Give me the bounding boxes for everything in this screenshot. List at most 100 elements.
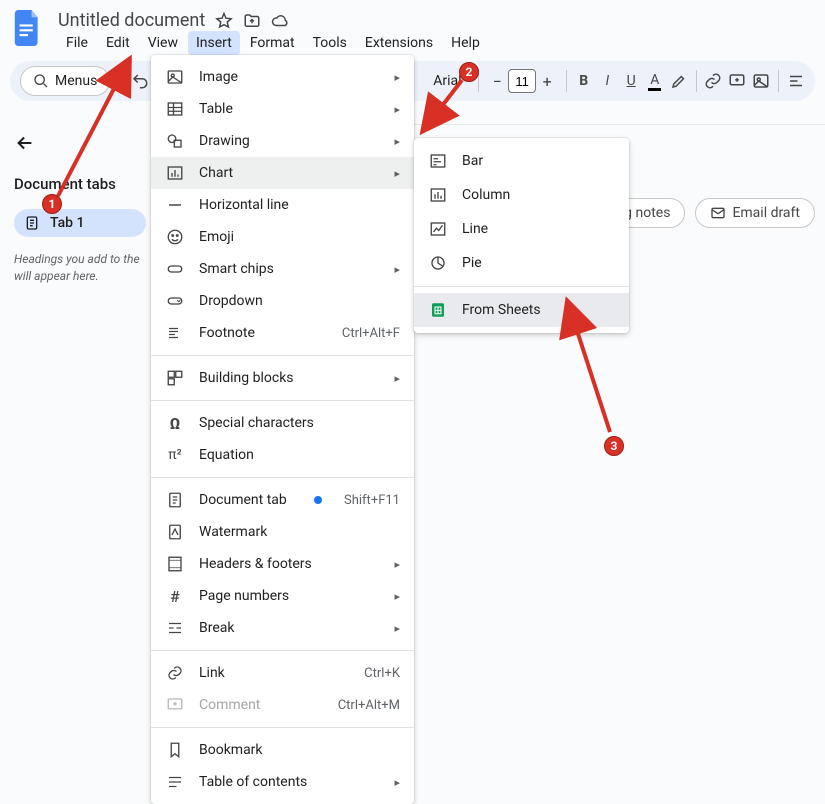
menu-tools[interactable]: Tools	[305, 31, 355, 55]
submenu-item-label: Bar	[462, 153, 483, 169]
submenu-item-label: Pie	[462, 255, 482, 271]
dropdown-icon	[165, 291, 185, 311]
decrease-font-button[interactable]: −	[486, 69, 508, 93]
chevron-right-icon: ▸	[394, 103, 400, 116]
email-draft-chip[interactable]: Email draft	[695, 198, 815, 228]
menus-chip-label: Menus	[55, 73, 97, 89]
chart-line-item[interactable]: Line	[414, 212, 629, 246]
chart-bar-item[interactable]: Bar	[414, 144, 629, 178]
chevron-right-icon: ▸	[394, 372, 400, 385]
shortcut-label: Ctrl+K	[364, 666, 400, 681]
separator	[566, 70, 567, 92]
menu-item-label: Chart	[199, 165, 380, 181]
line-chart-icon	[428, 219, 448, 239]
insert-table-item[interactable]: Table ▸	[151, 93, 414, 125]
omega-icon: Ω	[165, 413, 185, 433]
insert-smart-chips-item[interactable]: Smart chips ▸	[151, 253, 414, 285]
separator	[696, 70, 697, 92]
separator	[778, 70, 779, 92]
menu-format[interactable]: Format	[242, 31, 303, 55]
comment-icon	[165, 695, 185, 715]
insert-link-item[interactable]: Link Ctrl+K	[151, 657, 414, 689]
separator	[151, 650, 414, 651]
underline-button[interactable]: U	[622, 67, 640, 95]
annotation-badge-1: 1	[42, 194, 62, 214]
increase-font-button[interactable]: +	[536, 69, 558, 93]
insert-dropdown-item[interactable]: Dropdown	[151, 285, 414, 317]
insert-watermark-item[interactable]: Watermark	[151, 516, 414, 548]
insert-image-item[interactable]: Image ▸	[151, 61, 414, 93]
insert-toc-item[interactable]: Table of contents ▸	[151, 766, 414, 798]
document-icon	[24, 215, 40, 231]
chart-icon	[165, 163, 185, 183]
chevron-right-icon: ▸	[394, 590, 400, 603]
chevron-right-icon: ▸	[394, 167, 400, 180]
chart-column-item[interactable]: Column	[414, 178, 629, 212]
insert-building-blocks-item[interactable]: Building blocks ▸	[151, 362, 414, 394]
menus-search[interactable]: Menus	[20, 66, 110, 96]
building-blocks-icon	[165, 368, 185, 388]
horizontal-line-icon	[165, 195, 185, 215]
insert-horizontal-line-item[interactable]: Horizontal line	[151, 189, 414, 221]
insert-link-button[interactable]	[704, 67, 722, 95]
chevron-right-icon: ▸	[394, 622, 400, 635]
chart-submenu: Bar Column Line Pie From Sheets	[414, 138, 629, 333]
search-icon	[33, 73, 49, 89]
menu-item-label: Dropdown	[199, 293, 400, 309]
chart-pie-item[interactable]: Pie	[414, 246, 629, 280]
back-arrow-icon[interactable]	[14, 132, 146, 175]
align-button[interactable]	[787, 67, 805, 95]
docs-logo-icon[interactable]	[10, 10, 46, 46]
footnote-icon	[165, 323, 185, 343]
submenu-item-label: From Sheets	[462, 302, 541, 318]
insert-headers-footers-item[interactable]: Headers & footers ▸	[151, 548, 414, 580]
chart-from-sheets-item[interactable]: From Sheets	[414, 293, 629, 327]
bar-chart-icon	[428, 151, 448, 171]
chevron-right-icon: ▸	[394, 135, 400, 148]
document-tabs-panel: Document tabs Tab 1 Headings you add to …	[0, 118, 155, 698]
document-title[interactable]: Untitled document	[58, 10, 205, 31]
menu-edit[interactable]: Edit	[98, 31, 138, 55]
menu-help[interactable]: Help	[443, 31, 488, 55]
insert-image-button[interactable]	[752, 67, 770, 95]
move-icon[interactable]	[243, 12, 261, 30]
menu-item-label: Building blocks	[199, 370, 380, 386]
shortcut-label: Shift+F11	[344, 493, 400, 508]
text-color-button[interactable]: A	[646, 67, 664, 95]
bold-button[interactable]: B	[575, 67, 593, 95]
insert-comment-item: Comment Ctrl+Alt+M	[151, 689, 414, 721]
menu-item-label: Equation	[199, 447, 400, 463]
insert-footnote-item[interactable]: Footnote Ctrl+Alt+F	[151, 317, 414, 349]
undo-button[interactable]	[131, 67, 149, 95]
cloud-status-icon[interactable]	[271, 12, 289, 30]
equation-icon: π²	[165, 445, 185, 465]
headers-footers-icon	[165, 554, 185, 574]
insert-document-tab-item[interactable]: Document tab Shift+F11	[151, 484, 414, 516]
insert-special-chars-item[interactable]: Ω Special characters	[151, 407, 414, 439]
insert-chart-item[interactable]: Chart ▸	[151, 157, 414, 189]
menu-item-label: Watermark	[199, 524, 400, 540]
menu-insert[interactable]: Insert	[188, 31, 240, 55]
add-comment-button[interactable]	[728, 67, 746, 95]
menu-extensions[interactable]: Extensions	[357, 31, 441, 55]
insert-bookmark-item[interactable]: Bookmark	[151, 734, 414, 766]
document-tab-item[interactable]: Tab 1	[14, 209, 146, 237]
italic-button[interactable]: I	[599, 67, 617, 95]
menu-item-label: Emoji	[199, 229, 400, 245]
toc-icon	[165, 772, 185, 792]
insert-break-item[interactable]: Break ▸	[151, 612, 414, 644]
insert-emoji-item[interactable]: Emoji	[151, 221, 414, 253]
menu-view[interactable]: View	[140, 31, 186, 55]
menu-file[interactable]: File	[58, 31, 96, 55]
chevron-right-icon: ▸	[394, 776, 400, 789]
insert-equation-item[interactable]: π² Equation	[151, 439, 414, 471]
shortcut-label: Ctrl+Alt+F	[342, 326, 400, 341]
insert-drawing-item[interactable]: Drawing ▸	[151, 125, 414, 157]
emoji-icon	[165, 227, 185, 247]
star-icon[interactable]	[215, 12, 233, 30]
font-size-input[interactable]	[508, 69, 536, 93]
font-name-label: Arial	[433, 73, 461, 89]
separator	[414, 286, 629, 287]
highlight-button[interactable]	[670, 67, 688, 95]
insert-page-numbers-item[interactable]: # Page numbers ▸	[151, 580, 414, 612]
